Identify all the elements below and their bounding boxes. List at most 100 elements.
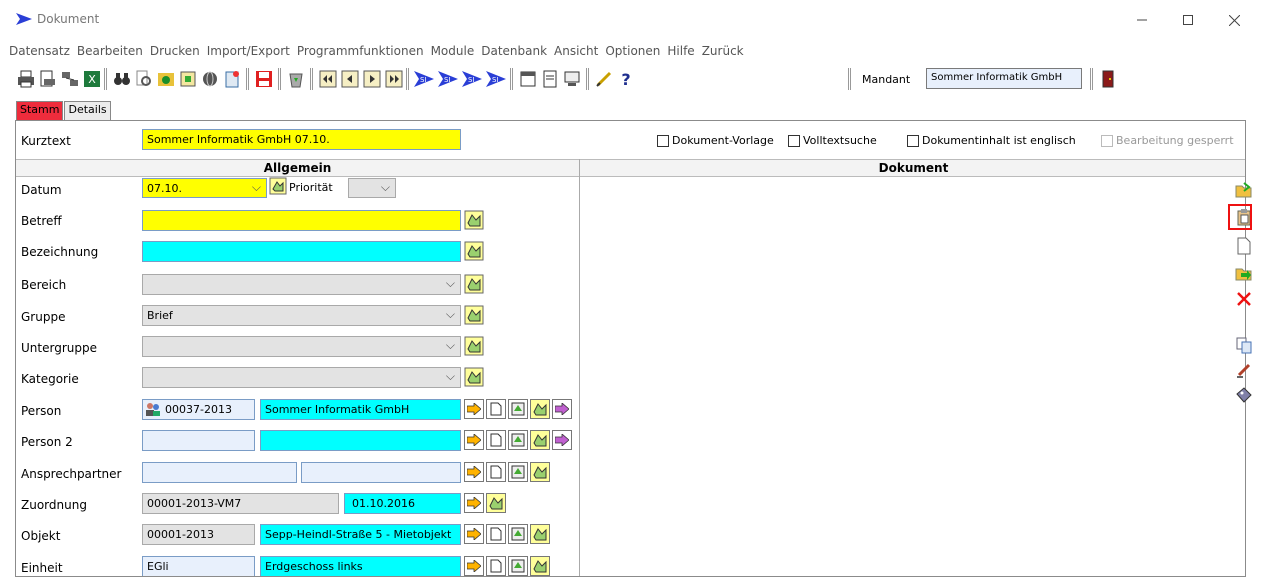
einheit-nr-field[interactable]: EGli (142, 556, 255, 576)
recycle-bin-icon[interactable] (286, 69, 306, 89)
notepad-icon[interactable] (222, 69, 242, 89)
zoom-document-icon[interactable] (134, 69, 154, 89)
goto-arrow-button[interactable] (464, 399, 484, 419)
menu-ansicht[interactable]: Ansicht (554, 44, 598, 62)
ansprechpartner-field-1[interactable] (142, 462, 297, 483)
new-document-icon[interactable] (1235, 237, 1253, 255)
hand-pointer-icon[interactable] (464, 210, 484, 230)
search-document-button[interactable] (508, 556, 528, 576)
menu-datensatz[interactable]: Datensatz (9, 44, 70, 62)
delete-icon[interactable] (1235, 290, 1253, 308)
goto-arrow-button[interactable] (464, 524, 484, 544)
new-document-button[interactable] (486, 462, 506, 482)
kurztext-input[interactable]: Sommer Informatik GmbH 07.10. (142, 129, 461, 150)
datum-dropdown[interactable]: 07.10. (142, 178, 267, 198)
goto-arrow-button[interactable] (464, 493, 484, 513)
hand-pointer-icon[interactable] (464, 336, 484, 356)
save-icon[interactable] (254, 69, 274, 89)
checkbox-box[interactable] (788, 134, 800, 147)
objekt-name-field[interactable]: Sepp-Heindl-Straße 5 - Mietobjekt (260, 524, 461, 545)
menu-module[interactable]: Module (431, 44, 475, 62)
maximize-button[interactable] (1165, 6, 1211, 34)
einheit-name-field[interactable]: Erdgeschoss links (260, 556, 461, 576)
zuordnung-nr-field[interactable]: 00001-2013-VM7 (142, 493, 339, 514)
menu-drucken[interactable]: Drucken (150, 44, 200, 62)
hand-select-button[interactable] (530, 430, 550, 450)
si-arrow-icon-2[interactable]: SI (438, 69, 458, 89)
minimize-button[interactable] (1119, 6, 1165, 34)
calendar-icon[interactable] (518, 69, 538, 89)
new-document-button[interactable] (486, 399, 506, 419)
menu-datenbank[interactable]: Datenbank (481, 44, 547, 62)
checkbox-volltextsuche[interactable]: Volltextsuche (788, 134, 877, 147)
objekt-nr-field[interactable]: 00001-2013 (142, 524, 255, 545)
tag-label-icon[interactable] (1235, 386, 1253, 404)
person2-nr-field[interactable] (142, 430, 255, 451)
ansprechpartner-field-2[interactable] (301, 462, 461, 483)
menu-import-export[interactable]: Import/Export (207, 44, 290, 62)
goto-arrow-button[interactable] (464, 430, 484, 450)
search-document-button[interactable] (508, 524, 528, 544)
search-document-button[interactable] (508, 399, 528, 419)
move-document-icon[interactable] (1235, 264, 1253, 282)
person-name-field[interactable]: Sommer Informatik GmbH (260, 399, 461, 420)
hand-select-button[interactable] (530, 462, 550, 482)
next-record-icon[interactable] (362, 69, 382, 89)
exit-door-icon[interactable] (1098, 69, 1118, 89)
person-nr-field[interactable]: 00037-2013 (142, 399, 255, 420)
goto-arrow-button[interactable] (464, 462, 484, 482)
gruppe-dropdown[interactable]: Brief (142, 305, 461, 326)
hand-select-button[interactable] (530, 399, 550, 419)
new-document-button[interactable] (486, 430, 506, 450)
previous-record-icon[interactable] (340, 69, 360, 89)
network-icon[interactable] (60, 69, 80, 89)
bereich-dropdown[interactable] (142, 274, 461, 295)
checkbox-dokument-vorlage[interactable]: Dokument-Vorlage (657, 134, 774, 147)
menu-zurueck[interactable]: Zurück (702, 44, 744, 62)
hand-pointer-icon[interactable] (464, 305, 484, 325)
link-arrow-button[interactable] (552, 399, 572, 419)
filter-icon[interactable] (178, 69, 198, 89)
menu-optionen[interactable]: Optionen (605, 44, 660, 62)
new-document-button[interactable] (486, 556, 506, 576)
menu-bearbeiten[interactable]: Bearbeiten (77, 44, 143, 62)
close-window-button[interactable] (1211, 6, 1257, 34)
open-folder-icon[interactable] (1235, 181, 1253, 199)
person2-name-field[interactable] (260, 430, 461, 451)
kategorie-dropdown[interactable] (142, 367, 461, 388)
excel-icon[interactable]: X (82, 69, 102, 89)
search-document-button[interactable] (508, 462, 528, 482)
hand-select-button[interactable] (530, 524, 550, 544)
copy-icon[interactable] (1235, 336, 1253, 354)
si-arrow-icon-4[interactable]: SI (486, 69, 506, 89)
checkbox-box[interactable] (657, 134, 669, 147)
print-icon[interactable] (16, 69, 36, 89)
betreff-input[interactable] (142, 210, 461, 231)
binoculars-icon[interactable] (112, 69, 132, 89)
hand-select-button[interactable] (486, 493, 506, 513)
document-icon[interactable] (540, 69, 560, 89)
edit-pen-icon[interactable] (1235, 361, 1253, 379)
si-arrow-icon-1[interactable]: SI (414, 69, 434, 89)
link-arrow-button[interactable] (552, 430, 572, 450)
pencil-icon[interactable] (594, 69, 614, 89)
hand-pointer-icon[interactable] (464, 367, 484, 387)
goto-arrow-button[interactable] (464, 556, 484, 576)
untergruppe-dropdown[interactable] (142, 336, 461, 357)
tab-stamm[interactable]: Stamm (16, 101, 64, 120)
menu-hilfe[interactable]: Hilfe (667, 44, 694, 62)
hand-pointer-icon[interactable] (269, 177, 287, 195)
computer-icon[interactable] (562, 69, 582, 89)
search-document-button[interactable] (508, 430, 528, 450)
hand-pointer-icon[interactable] (464, 241, 484, 261)
hand-pointer-icon[interactable] (464, 274, 484, 294)
checkbox-box[interactable] (907, 134, 919, 147)
hand-select-button[interactable] (530, 556, 550, 576)
globe-icon[interactable] (200, 69, 220, 89)
new-document-button[interactable] (486, 524, 506, 544)
checkbox-dokumentinhalt-englisch[interactable]: Dokumentinhalt ist englisch (907, 134, 1076, 147)
si-arrow-icon-3[interactable]: SI (462, 69, 482, 89)
refresh-folder-icon[interactable] (156, 69, 176, 89)
mandant-field[interactable]: Sommer Informatik GmbH (926, 68, 1082, 89)
help-icon[interactable]: ? (616, 69, 636, 89)
